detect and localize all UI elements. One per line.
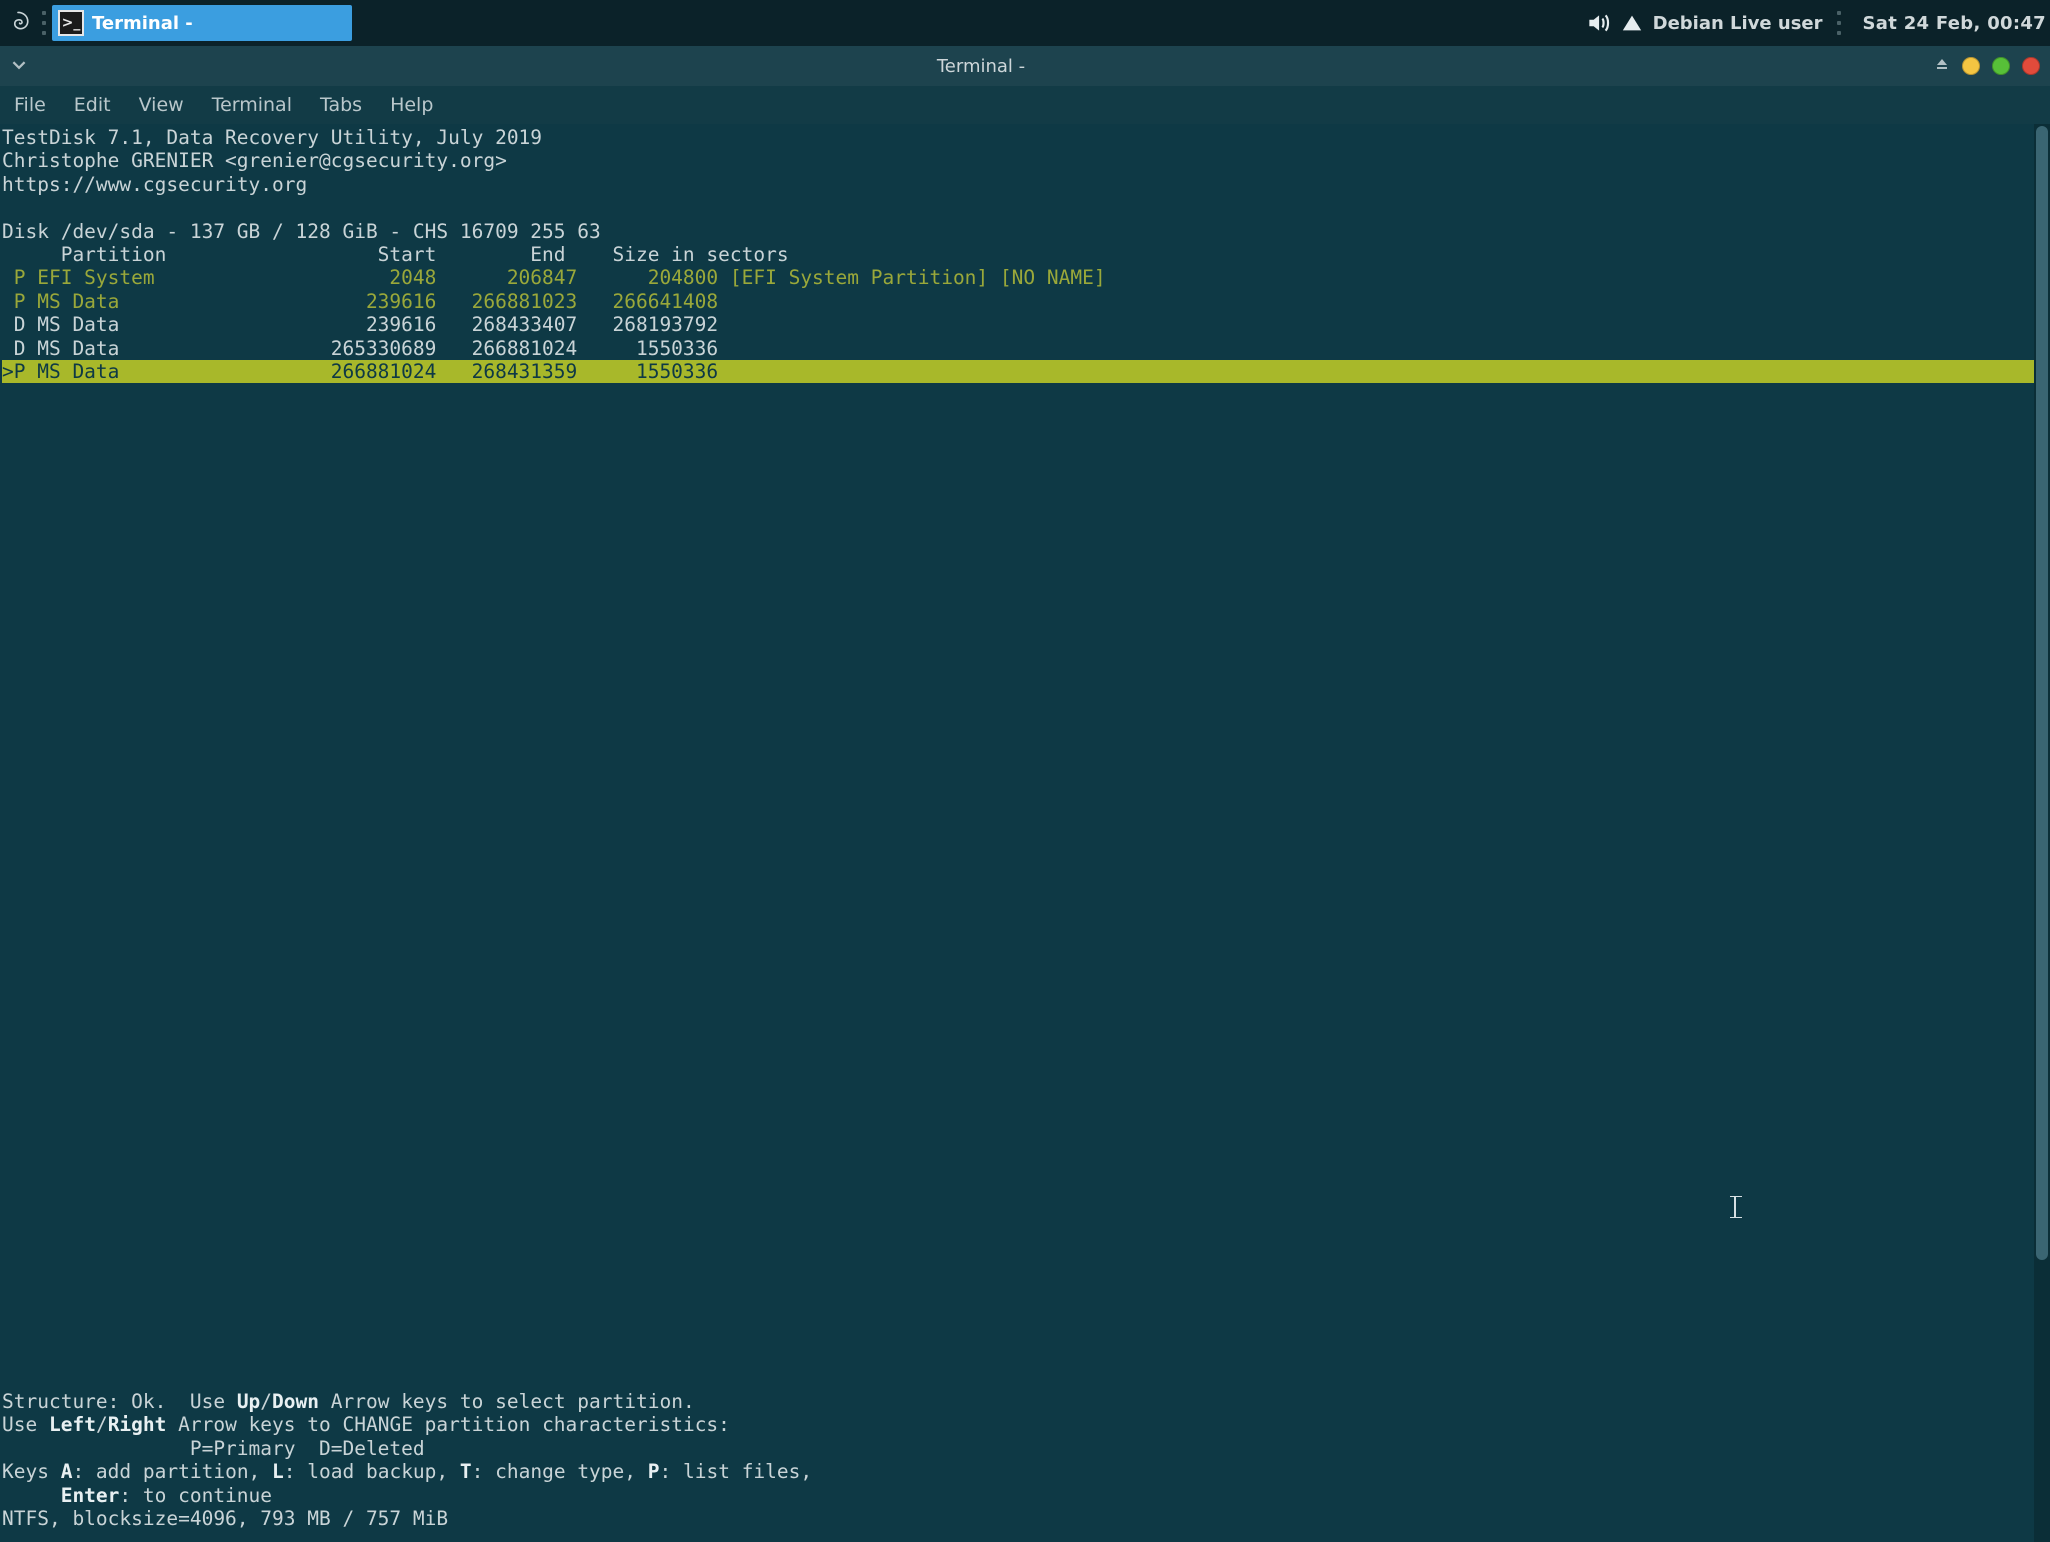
menu-view[interactable]: View — [139, 94, 184, 116]
terminal-line — [2, 1132, 2034, 1155]
terminal-line — [2, 664, 2034, 687]
menu-tabs[interactable]: Tabs — [320, 94, 362, 116]
terminal-line — [2, 852, 2034, 875]
terminal-scrollbar[interactable] — [2034, 124, 2050, 1542]
terminal-line — [2, 1367, 2034, 1390]
terminal-line: Use Left/Right Arrow keys to CHANGE part… — [2, 1413, 2034, 1436]
terminal-line — [2, 758, 2034, 781]
session-user-label[interactable]: Debian Live user — [1653, 13, 1823, 34]
terminal-line — [2, 735, 2034, 758]
window-menu-chevron-down-icon[interactable] — [10, 56, 28, 77]
terminal-line — [2, 1250, 2034, 1273]
terminal-line: https://www.cgsecurity.org — [2, 173, 2034, 196]
terminal-line — [2, 1015, 2034, 1038]
terminal-line — [2, 641, 2034, 664]
terminal-line: P=Primary D=Deleted — [2, 1437, 2034, 1460]
terminal-line — [2, 1296, 2034, 1319]
window-maximize-button[interactable] — [1992, 57, 2010, 75]
desktop-panel: >_ Terminal - Debian Live user Sat 24 Fe… — [0, 0, 2050, 46]
debian-logo-icon[interactable] — [4, 9, 32, 37]
terminal-line — [2, 454, 2034, 477]
terminal-line — [2, 1109, 2034, 1132]
terminal-line: Structure: Ok. Use Up/Down Arrow keys to… — [2, 1390, 2034, 1413]
terminal-line — [2, 688, 2034, 711]
terminal-line — [2, 477, 2034, 500]
text-cursor-ibeam-icon — [1734, 1196, 1736, 1218]
terminal-line — [2, 547, 2034, 570]
terminal-line — [2, 594, 2034, 617]
terminal-line — [2, 781, 2034, 804]
terminal-line — [2, 501, 2034, 524]
terminal-line — [2, 1273, 2034, 1296]
window-close-button[interactable] — [2022, 57, 2040, 75]
volume-icon[interactable] — [1585, 10, 1611, 36]
terminal-line — [2, 1226, 2034, 1249]
terminal-line — [2, 1156, 2034, 1179]
system-tray: Debian Live user Sat 24 Feb, 00:47 — [1585, 10, 2046, 36]
terminal-line: Enter: to continue — [2, 1484, 2034, 1507]
terminal-line — [2, 828, 2034, 851]
terminal-line — [2, 383, 2034, 406]
terminal-line — [2, 1062, 2034, 1085]
terminal-line: D MS Data 265330689 266881024 1550336 — [2, 337, 2034, 360]
terminal-line — [2, 1203, 2034, 1226]
terminal-line — [2, 196, 2034, 219]
terminal-icon: >_ — [58, 10, 84, 36]
window-keep-above-icon[interactable] — [1934, 56, 1950, 77]
terminal-line — [2, 1343, 2034, 1366]
terminal-line — [2, 805, 2034, 828]
terminal-line: Keys A: add partition, L: load backup, T… — [2, 1460, 2034, 1483]
terminal-line: P EFI System 2048 206847 204800 [EFI Sys… — [2, 266, 2034, 289]
menu-edit[interactable]: Edit — [74, 94, 111, 116]
terminal-line: NTFS, blocksize=4096, 793 MB / 757 MiB — [2, 1507, 2034, 1530]
terminal-line — [2, 1179, 2034, 1202]
menu-terminal[interactable]: Terminal — [212, 94, 292, 116]
window-minimize-button[interactable] — [1962, 57, 1980, 75]
menubar: File Edit View Terminal Tabs Help — [0, 86, 2050, 124]
menu-file[interactable]: File — [14, 94, 46, 116]
taskbar-item-terminal[interactable]: >_ Terminal - — [52, 5, 352, 41]
taskbar-item-label: Terminal - — [92, 13, 193, 34]
network-icon[interactable] — [1621, 12, 1643, 34]
terminal-line — [2, 875, 2034, 898]
window-titlebar[interactable]: Terminal - — [0, 46, 2050, 86]
terminal-line — [2, 898, 2034, 921]
terminal-line — [2, 1039, 2034, 1062]
terminal-output[interactable]: TestDisk 7.1, Data Recovery Utility, Jul… — [0, 124, 2034, 1542]
terminal-line — [2, 430, 2034, 453]
terminal-line: D MS Data 239616 268433407 268193792 — [2, 313, 2034, 336]
terminal-line — [2, 969, 2034, 992]
menu-help[interactable]: Help — [390, 94, 433, 116]
window-title: Terminal - — [28, 56, 1934, 77]
terminal-line — [2, 571, 2034, 594]
terminal-line — [2, 922, 2034, 945]
terminal-line — [2, 1086, 2034, 1109]
panel-clock[interactable]: Sat 24 Feb, 00:47 — [1863, 13, 2046, 34]
terminal-window: Terminal - File Edit View Terminal Tabs … — [0, 46, 2050, 1542]
terminal-line — [2, 1320, 2034, 1343]
panel-separator-icon — [42, 11, 48, 35]
terminal-line — [2, 618, 2034, 641]
terminal-line — [2, 524, 2034, 547]
terminal-line: P MS Data 239616 266881023 266641408 — [2, 290, 2034, 313]
terminal-line: Disk /dev/sda - 137 GB / 128 GiB - CHS 1… — [2, 220, 2034, 243]
terminal-line — [2, 407, 2034, 430]
terminal-line — [2, 992, 2034, 1015]
terminal-line — [2, 945, 2034, 968]
panel-separator-icon — [1837, 11, 1843, 35]
terminal-line — [2, 711, 2034, 734]
terminal-line: TestDisk 7.1, Data Recovery Utility, Jul… — [2, 126, 2034, 149]
terminal-line: Christophe GRENIER <grenier@cgsecurity.o… — [2, 149, 2034, 172]
terminal-line: >P MS Data 266881024 268431359 1550336 — [2, 360, 2034, 383]
terminal-line: Partition Start End Size in sectors — [2, 243, 2034, 266]
scrollbar-thumb[interactable] — [2036, 126, 2048, 1260]
